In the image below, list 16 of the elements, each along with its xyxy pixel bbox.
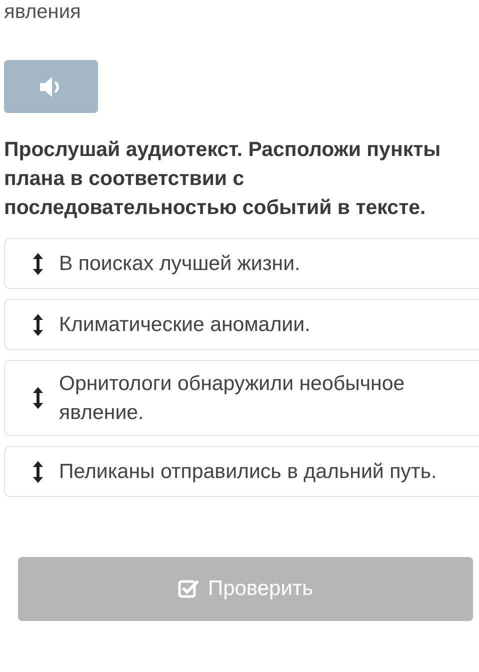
item-text: Орнитологи обнаружили необычное явление.	[59, 371, 406, 426]
item-text: Климатические аномалии.	[59, 312, 310, 338]
sortable-item[interactable]: В поисках лучшей жизни.	[4, 238, 479, 289]
heading-text: явления	[3, 0, 82, 24]
audio-play-button[interactable]	[4, 60, 98, 113]
updown-arrow-icon	[33, 314, 43, 336]
item-text: В поисках лучшей жизни.	[59, 251, 300, 277]
item-text: Пеликаны отправились в дальний путь.	[59, 459, 437, 485]
checkbox-icon	[178, 579, 200, 599]
sortable-item[interactable]: Пеликаны отправились в дальний путь.	[4, 446, 479, 497]
sortable-item[interactable]: Климатические аномалии.	[4, 299, 479, 350]
updown-arrow-icon	[33, 387, 43, 409]
updown-arrow-icon	[33, 252, 43, 274]
question-text: Прослушай аудиотекст. Расположи пункты плана в соответствии с последовательностью событий в тексте.	[4, 137, 442, 221]
sortable-item[interactable]: Орнитологи обнаружили необычное явление.	[4, 360, 479, 436]
updown-arrow-icon	[33, 460, 43, 482]
